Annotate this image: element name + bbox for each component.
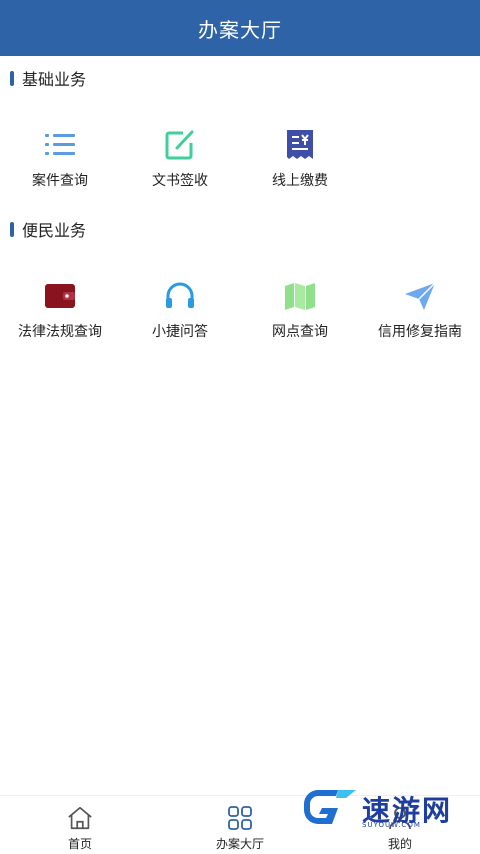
map-icon [283,279,317,313]
tab-home-label: 首页 [67,837,92,851]
headphones-icon [163,279,197,313]
case-query-label: 案件查询 [32,173,88,189]
credit-repair-guide-label: 信用修复指南 [378,324,462,340]
list-icon [43,128,77,162]
tab-case-hall[interactable]: 办案大厅 [160,796,320,854]
online-payment-label: 线上缴费 [272,173,328,189]
branch-query-button[interactable]: 网点查询 [240,279,360,341]
branch-query-label: 网点查询 [272,324,328,340]
qa-label: 小捷问答 [152,324,208,340]
document-receipt-button[interactable]: 文书签收 [120,128,240,190]
section-title-basic: 基础业务 [22,70,87,89]
tab-case-hall-label: 办案大厅 [215,837,264,851]
edit-icon [163,128,197,162]
page-title: 办案大厅 [198,17,282,42]
wallet-icon [43,279,77,313]
convenience-services-grid: 法律法规查询 小捷问答 网点查询 信用修复指南 [0,279,480,341]
credit-repair-guide-button[interactable]: 信用修复指南 [360,279,480,341]
section-accent-bar [10,221,14,237]
section-header-convenience: 便民业务 [10,218,86,240]
grid-icon [226,804,254,832]
section-accent-bar [10,70,14,86]
receipt-icon [283,128,317,162]
law-query-label: 法律法规查询 [18,324,102,340]
paper-plane-icon [403,279,437,313]
section-header-basic: 基础业务 [10,67,86,89]
home-icon [66,804,94,832]
tab-mine-label: 我的 [387,837,412,851]
law-query-button[interactable]: 法律法规查询 [0,279,120,341]
case-query-button[interactable]: 案件查询 [0,128,120,190]
tab-home[interactable]: 首页 [0,796,160,854]
basic-services-grid: 案件查询 文书签收 线上缴费 [0,128,480,190]
document-receipt-label: 文书签收 [152,173,208,189]
watermark-logo: 速游网 SUYOUW.COM [298,783,468,835]
watermark-g-icon [298,784,358,834]
qa-button[interactable]: 小捷问答 [120,279,240,341]
section-title-convenience: 便民业务 [22,221,87,240]
online-payment-button[interactable]: 线上缴费 [240,128,360,190]
watermark-subtext: SUYOUW.COM [362,821,421,829]
app-header: 办案大厅 [0,0,480,56]
